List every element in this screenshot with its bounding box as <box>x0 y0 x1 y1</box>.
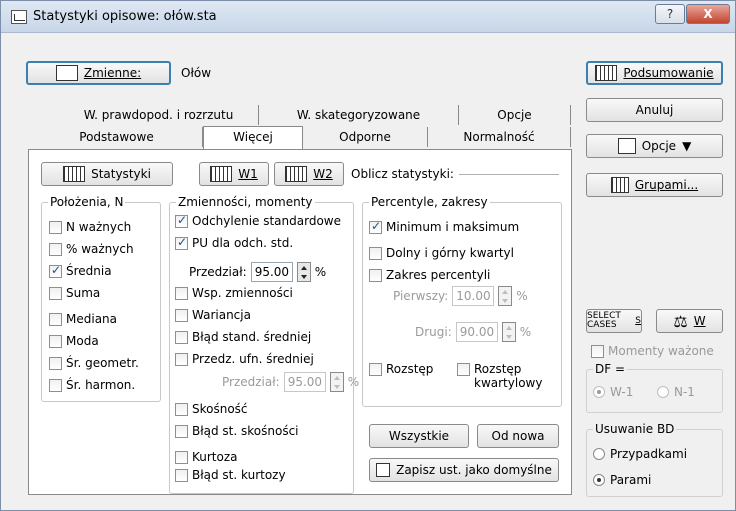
drugi-stepper[interactable] <box>501 322 516 342</box>
w2-button[interactable]: W2 <box>274 162 344 186</box>
percentyle-checkbox[interactable]: Minimum i maksimum <box>369 219 519 234</box>
tab-wiecej[interactable]: Więcej <box>203 126 303 149</box>
grid-icon <box>63 166 86 182</box>
zmiennosci-checkbox[interactable]: Odchylenie standardowe <box>175 213 341 228</box>
dialog-window: Statystyki opisowe: ołów.sta ? X Zmienne… <box>0 0 736 511</box>
przedzial-spinner[interactable]: Przedział: 95.00 % <box>189 262 326 282</box>
divider <box>459 174 559 175</box>
pierwszy-stepper[interactable] <box>498 286 513 306</box>
przypadkami-radio[interactable]: Przypadkami <box>593 447 687 461</box>
oblicz-label: Oblicz statystyki: <box>351 167 454 181</box>
statystyki-button[interactable]: Statystyki <box>41 162 173 186</box>
help-button[interactable]: ? <box>655 4 685 24</box>
zmiennosci-checkbox[interactable]: Wsp. zmienności <box>175 286 293 300</box>
select-cases-button[interactable]: SELECT CASES S <box>586 309 642 333</box>
tab-odporne[interactable]: Odporne <box>303 127 428 147</box>
zmiennosci-checkbox[interactable]: Wariancja <box>175 308 251 322</box>
polozenia-checkbox[interactable]: Suma <box>49 286 100 300</box>
drugi-input[interactable]: 90.00 <box>455 322 498 342</box>
polozenia-checkbox[interactable]: Moda <box>49 334 99 348</box>
zapisz-button[interactable]: Zapisz ust. jako domyślne <box>369 458 559 482</box>
table-icon <box>285 166 308 182</box>
podsumowanie-button[interactable]: Podsumowanie <box>586 61 723 85</box>
w1-button[interactable]: W1 <box>199 162 269 186</box>
zmiennosci-checkbox[interactable]: Błąd st. skośności <box>175 424 299 438</box>
rozstep-kwartylowy-checkbox[interactable]: Rozstęp kwartylowy <box>457 362 542 390</box>
momenty-checkbox[interactable]: Momenty ważone <box>591 344 714 358</box>
summary-icon <box>595 65 618 81</box>
table-icon <box>210 166 233 182</box>
od-nowa-button[interactable]: Od nowa <box>477 424 559 448</box>
polozenia-checkbox[interactable]: Śr. geometr. <box>49 356 139 370</box>
tab-w-prawdopod[interactable]: W. prawdopod. i rozrzutu <box>59 105 259 125</box>
zmiennosci-checkbox[interactable]: Przedz. ufn. średniej <box>175 352 314 366</box>
drugi-spinner[interactable]: Drugi: 90.00 % <box>415 322 531 342</box>
opcje-button[interactable]: Opcje ▼ <box>586 134 723 158</box>
pierwszy-input[interactable]: 10.00 <box>452 286 495 306</box>
variables-value: Ołów <box>181 66 212 80</box>
zmiennosci-checkbox[interactable]: PU dla odch. std. <box>175 235 293 250</box>
grupami-button[interactable]: Grupami... <box>586 173 723 197</box>
przedzial2-spinner[interactable]: Przedział: 95.00 % <box>222 372 359 392</box>
wszystkie-button[interactable]: Wszystkie <box>369 424 469 448</box>
rozstep-checkbox[interactable]: Rozstęp <box>369 362 433 376</box>
df-w1-radio[interactable]: W-1 <box>593 385 633 399</box>
przedzial2-stepper[interactable] <box>329 372 344 392</box>
window-title: Statystyki opisowe: ołów.sta <box>33 9 217 24</box>
percentyle-checkbox[interactable]: Zakres percentyli <box>369 268 490 282</box>
zmiennosci-checkbox[interactable]: Błąd stand. średniej <box>175 330 311 344</box>
polozenia-checkbox[interactable]: Średnia <box>49 263 112 278</box>
polozenia-checkbox[interactable]: % ważnych <box>49 242 134 256</box>
polozenia-checkbox[interactable]: Mediana <box>49 312 117 326</box>
zmiennosci-checkbox[interactable]: Skośność <box>175 402 248 416</box>
app-chart-icon <box>11 10 27 24</box>
tab-panel: Statystyki W1 W2 Oblicz statystyki: Poło… <box>28 149 572 495</box>
weight-button[interactable]: ⚖ W <box>656 309 723 333</box>
parami-radio[interactable]: Parami <box>593 473 651 487</box>
anuluj-button[interactable]: Anuluj <box>586 98 723 122</box>
przedzial-stepper[interactable] <box>296 262 311 282</box>
zmiennosci-checkbox[interactable]: Kurtoza <box>175 450 238 464</box>
tab-podstawowe[interactable]: Podstawowe <box>31 127 203 147</box>
title-bar: Statystyki opisowe: ołów.sta ? X <box>1 1 735 33</box>
close-button[interactable]: X <box>686 4 730 24</box>
variables-icon <box>55 65 78 81</box>
variables-button[interactable]: Zmienne: <box>26 61 171 85</box>
chevron-down-icon: ▼ <box>682 139 692 153</box>
tab-opcje[interactable]: Opcje <box>459 105 571 125</box>
polozenia-checkbox[interactable]: Śr. harmon. <box>49 378 135 392</box>
options-icon <box>617 138 636 154</box>
polozenia-checkbox[interactable]: N ważnych <box>49 220 131 234</box>
percentyle-checkbox[interactable]: Dolny i górny kwartyl <box>369 246 514 260</box>
weight-icon: ⚖ <box>673 311 688 331</box>
tab-w-skategoryzowane[interactable]: W. skategoryzowane <box>259 105 459 125</box>
pierwszy-spinner[interactable]: Pierwszy: 10.00 % <box>393 286 528 306</box>
tab-normalnosc[interactable]: Normalność <box>428 127 571 147</box>
df-n1-radio[interactable]: N-1 <box>657 385 695 399</box>
zmiennosci-checkbox[interactable]: Błąd st. kurtozy <box>175 468 286 482</box>
groups-icon <box>610 177 629 193</box>
przedzial2-input[interactable]: 95.00 <box>283 372 326 392</box>
save-icon <box>376 463 391 477</box>
przedzial-input[interactable]: 95.00 <box>250 262 293 282</box>
